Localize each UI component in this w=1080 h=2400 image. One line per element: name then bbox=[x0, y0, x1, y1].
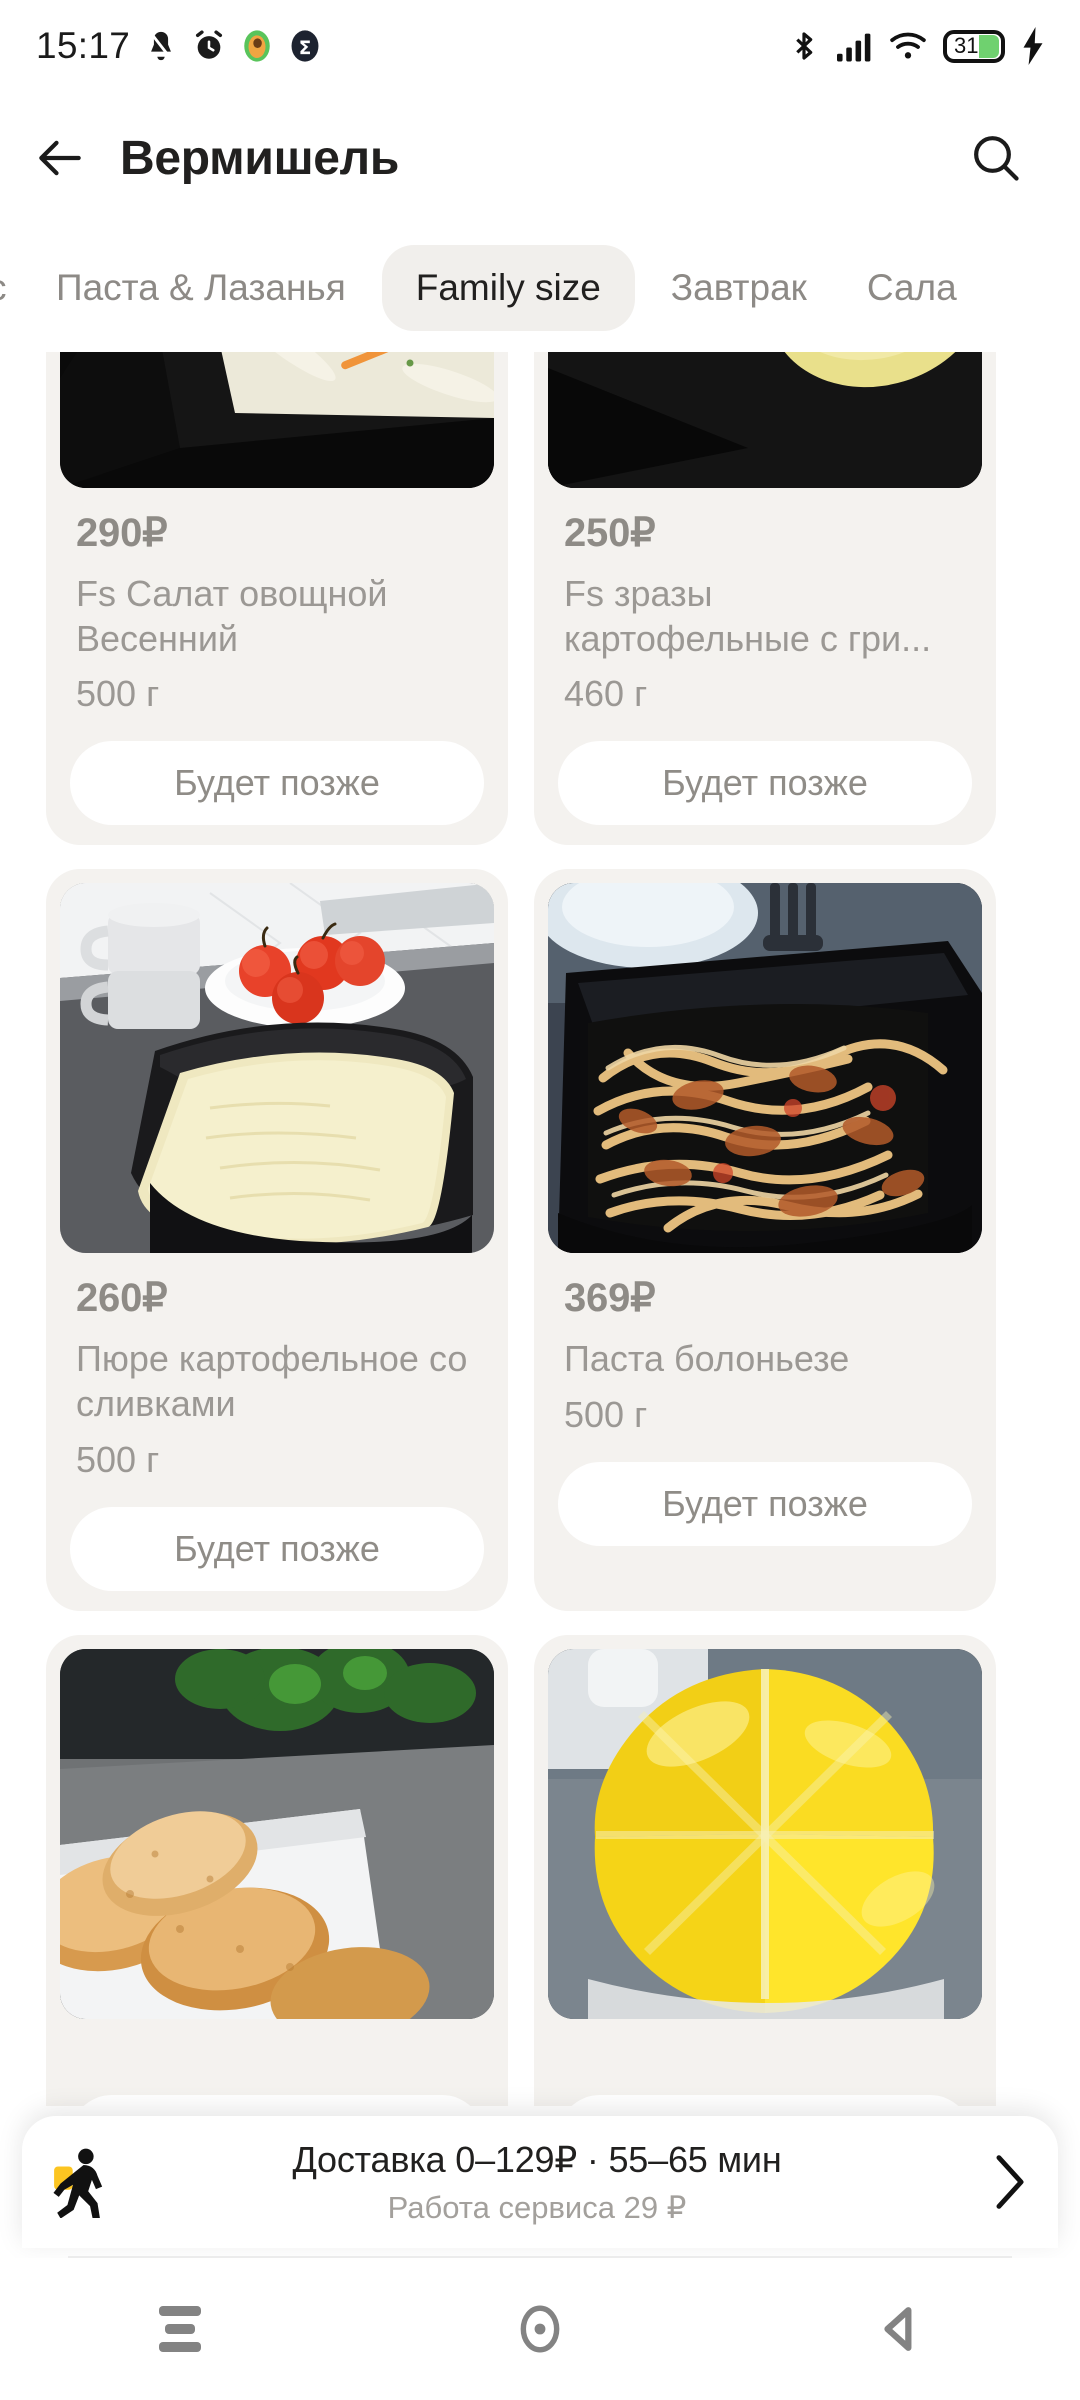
product-price: 290₽ bbox=[76, 511, 168, 555]
search-button[interactable] bbox=[948, 92, 1044, 224]
category-tabs-strip[interactable]: с Паста & Лазанья Family size Завтрак Са… bbox=[0, 224, 1080, 352]
chevron-right-icon bbox=[996, 2155, 1024, 2209]
status-bar-right: 31 bbox=[788, 27, 1046, 65]
notification-silenced-icon bbox=[150, 31, 173, 61]
recents-button[interactable] bbox=[90, 2258, 270, 2400]
category-tabs[interactable]: с Паста & Лазанья Family size Завтрак Са… bbox=[0, 224, 1080, 352]
product-name: Fs Салат овощной Весенний bbox=[76, 573, 388, 659]
product-card[interactable]: 260₽ Пюре картофельное со сливками 500 г… bbox=[46, 869, 508, 1611]
cellular-signal-icon bbox=[837, 33, 871, 62]
product-name: Fs зразы картофельные с гри... bbox=[564, 573, 932, 659]
product-card[interactable] bbox=[534, 1634, 996, 2106]
recents-icon bbox=[159, 2306, 201, 2352]
tab-clipped-left[interactable]: с bbox=[0, 224, 26, 352]
product-weight: 500 г bbox=[76, 1438, 160, 1480]
status-bar: 15:17 Σ 31 bbox=[0, 0, 1080, 92]
breaded-cutlets-photo bbox=[60, 1648, 494, 2019]
back-button[interactable] bbox=[0, 92, 120, 224]
home-icon bbox=[520, 2305, 560, 2353]
available-later-button[interactable]: Будет позже bbox=[70, 1506, 484, 1591]
product-card[interactable] bbox=[46, 1634, 508, 2106]
product-price: 250₽ bbox=[564, 511, 656, 555]
app-bar: Вермишель bbox=[0, 92, 1080, 224]
delivery-service-fee: Работа сервиса 29 ₽ bbox=[387, 2189, 687, 2225]
product-price: 260₽ bbox=[76, 1276, 168, 1321]
bluetooth-icon bbox=[796, 32, 813, 60]
product-name: Паста болоньезе bbox=[564, 1338, 850, 1380]
product-card[interactable]: 290₽ Fs Салат овощной Весенний 500 г Буд… bbox=[46, 352, 508, 846]
product-weight: 460 г bbox=[564, 673, 648, 715]
delivery-main-text: Доставка 0–129₽ · 55–65 мин bbox=[292, 2138, 782, 2180]
nav-back-button[interactable] bbox=[810, 2258, 990, 2400]
android-nav-bar[interactable] bbox=[0, 2258, 1080, 2400]
product-list-scroll[interactable]: 290₽ Fs Салат овощной Весенний 500 г Буд… bbox=[0, 352, 1080, 2106]
tab-pasta-lasagna[interactable]: Паста & Лазанья bbox=[26, 224, 376, 352]
delivery-text: Доставка 0–129₽ · 55–65 мин Работа серви… bbox=[112, 2139, 962, 2226]
nav-back-icon bbox=[884, 2307, 912, 2351]
mashed-potatoes-photo bbox=[60, 883, 494, 1254]
delivery-info-bar[interactable]: Доставка 0–129₽ · 55–65 мин Работа серви… bbox=[22, 2116, 1058, 2248]
product-weight: 500 г bbox=[76, 673, 160, 715]
alarm-icon bbox=[196, 30, 223, 59]
available-later-button[interactable]: Будет позже bbox=[70, 741, 484, 826]
battery-icon: 31 bbox=[943, 29, 1005, 63]
available-later-button[interactable] bbox=[70, 2094, 484, 2106]
vegetable-salad-photo bbox=[60, 352, 494, 488]
page-title: Вермишель bbox=[120, 131, 400, 185]
search-icon bbox=[974, 136, 1019, 181]
available-later-button[interactable]: Будет позже bbox=[558, 741, 972, 826]
wifi-icon bbox=[890, 32, 926, 59]
available-later-button[interactable] bbox=[558, 2094, 972, 2106]
product-grid: 290₽ Fs Салат овощной Весенний 500 г Буд… bbox=[0, 352, 1080, 2106]
back-arrow-icon bbox=[39, 140, 81, 176]
product-card[interactable]: 250₽ Fs зразы картофельные с гри... 460 … bbox=[534, 352, 996, 846]
delivery-details-button[interactable] bbox=[962, 2151, 1058, 2213]
charging-bolt-icon bbox=[1023, 27, 1043, 65]
home-button[interactable] bbox=[450, 2258, 630, 2400]
yellow-glazed-cake-photo bbox=[548, 1648, 982, 2019]
svg-text:Σ: Σ bbox=[299, 38, 312, 59]
tab-family-size[interactable]: Family size bbox=[381, 245, 635, 331]
avocado-app-icon bbox=[244, 30, 270, 62]
product-card[interactable]: 369₽ Паста болоньезе 500 г Будет позже bbox=[534, 869, 996, 1611]
product-price: 369₽ bbox=[564, 1276, 656, 1321]
status-bar-left: 15:17 Σ bbox=[36, 25, 322, 67]
product-weight: 500 г bbox=[564, 1393, 648, 1435]
potato-zrazy-photo bbox=[548, 352, 982, 488]
pasta-bolognese-photo bbox=[548, 883, 982, 1254]
sigma-app-icon: Σ bbox=[291, 30, 319, 62]
available-later-button[interactable]: Будет позже bbox=[558, 1461, 972, 1546]
tab-breakfast[interactable]: Завтрак bbox=[641, 224, 837, 352]
tab-salads[interactable]: Салa bbox=[837, 224, 987, 352]
status-bar-clock: 15:17 bbox=[36, 25, 131, 66]
product-name: Пюре картофельное со сливками bbox=[76, 1338, 468, 1424]
